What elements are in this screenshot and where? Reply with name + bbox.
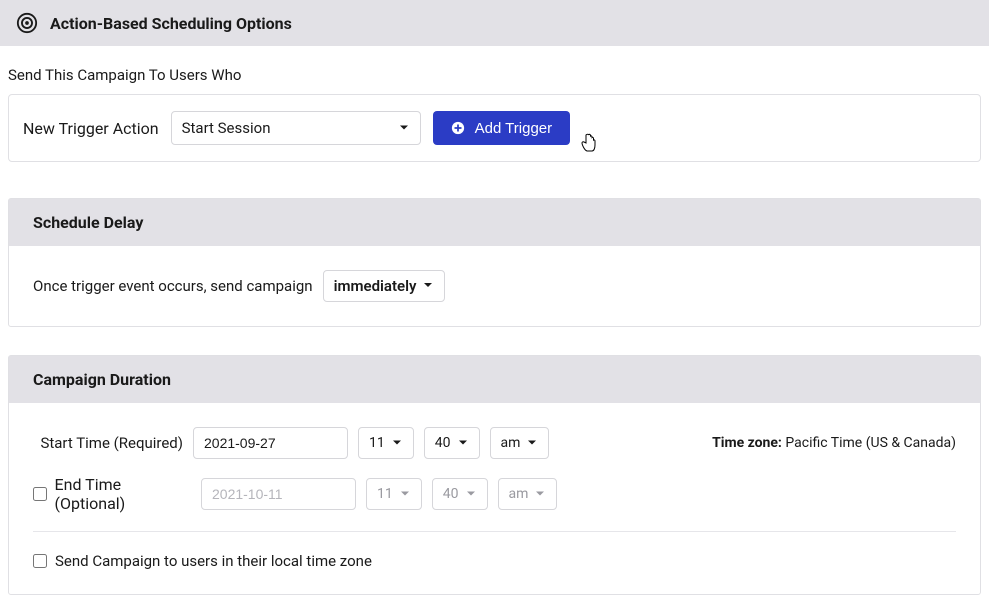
chevron-down-icon <box>465 485 477 504</box>
schedule-delay-select[interactable]: immediately <box>323 270 446 302</box>
page-header: Action-Based Scheduling Options <box>0 0 989 46</box>
end-minute-select[interactable]: 40 <box>432 478 488 510</box>
chevron-down-icon <box>526 434 538 453</box>
trigger-label: New Trigger Action <box>23 119 159 138</box>
page-title: Action-Based Scheduling Options <box>50 14 292 33</box>
end-time-checkbox[interactable] <box>33 487 47 501</box>
schedule-delay-panel: Schedule Delay Once trigger event occurs… <box>8 198 981 327</box>
add-trigger-label: Add Trigger <box>475 120 553 137</box>
end-time-label-wrap[interactable]: End Time (Optional) <box>33 475 191 513</box>
chevron-down-icon <box>399 485 411 504</box>
start-minute-select[interactable]: 40 <box>424 427 480 459</box>
timezone-info: Time zone: Pacific Time (US & Canada) <box>712 435 956 451</box>
intro-label: Send This Campaign To Users Who <box>8 66 981 84</box>
campaign-duration-panel: Campaign Duration Start Time (Required) … <box>8 355 981 595</box>
start-date-input[interactable] <box>193 427 348 459</box>
divider <box>33 531 956 532</box>
chevron-down-icon <box>398 119 410 138</box>
chevron-down-icon <box>391 434 403 453</box>
local-tz-row[interactable]: Send Campaign to users in their local ti… <box>33 552 956 570</box>
plus-circle-icon <box>451 121 465 135</box>
chevron-down-icon <box>422 277 434 295</box>
trigger-box: New Trigger Action Start Session Add Tri… <box>8 94 981 162</box>
start-hour-select[interactable]: 11 <box>358 427 414 459</box>
content-area: Send This Campaign To Users Who New Trig… <box>0 46 989 603</box>
cursor-pointer-icon <box>581 133 597 153</box>
chevron-down-icon <box>457 434 469 453</box>
trigger-action-value: Start Session <box>182 119 271 137</box>
local-tz-checkbox[interactable] <box>33 554 47 568</box>
target-icon <box>16 12 38 34</box>
end-time-label: End Time (Optional) <box>55 475 191 513</box>
timezone-label: Time zone: <box>712 435 782 451</box>
end-date-input[interactable] <box>201 478 356 510</box>
schedule-delay-title: Schedule Delay <box>9 199 980 246</box>
timezone-value: Pacific Time (US & Canada) <box>785 435 956 451</box>
chevron-down-icon <box>534 485 546 504</box>
end-time-row: End Time (Optional) 11 40 am <box>33 475 956 513</box>
schedule-delay-sentence: Once trigger event occurs, send campaign <box>33 277 313 295</box>
start-time-label: Start Time (Required) <box>33 434 183 452</box>
campaign-duration-title: Campaign Duration <box>9 356 980 403</box>
add-trigger-button[interactable]: Add Trigger <box>433 111 571 145</box>
local-tz-label: Send Campaign to users in their local ti… <box>55 552 372 570</box>
schedule-delay-value: immediately <box>334 277 417 295</box>
start-time-row: Start Time (Required) 11 40 am Time zone… <box>33 427 956 459</box>
start-ampm-select[interactable]: am <box>490 427 550 459</box>
end-hour-select[interactable]: 11 <box>366 478 422 510</box>
trigger-action-select[interactable]: Start Session <box>171 111 421 145</box>
end-ampm-select[interactable]: am <box>498 478 558 510</box>
